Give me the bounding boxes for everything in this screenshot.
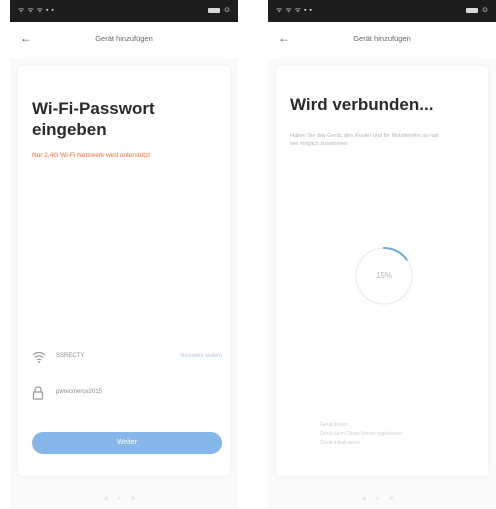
battery-icon (208, 7, 221, 13)
lock-icon (32, 386, 44, 400)
status-bar-right: ⊙ (206, 0, 230, 22)
content-card: Wi-Fi-Passwort eingeben Nur 2,4G Wi-Fi N… (18, 66, 230, 476)
nav-title: Gerät hinzufügen (353, 34, 411, 43)
nav-bar: ← Gerät hinzufügen (10, 22, 238, 58)
switch-network-link[interactable]: Netzwerk ändern (180, 353, 222, 359)
step-item: Gerät finden (320, 422, 348, 428)
page-heading: Wird verbunden... (290, 95, 434, 114)
nav-bar: ← Gerät hinzufügen (268, 22, 496, 58)
wifi-network-row: SSRECTY Netzwerk ändern (32, 350, 222, 364)
status-bar-right-text: ⊙ (224, 7, 230, 14)
battery-icon (466, 7, 479, 13)
step-item: Gerät initialisieren (320, 440, 361, 446)
nav-title: Gerät hinzufügen (95, 34, 153, 43)
password-row: pwrecmerce2015 (32, 386, 222, 400)
status-bar: ᯤ ᯤ ᯤ ▪ ▪ ⊙ (268, 0, 496, 22)
system-nav-icons: ◀●■ (361, 496, 403, 502)
connecting-screen: ᯤ ᯤ ᯤ ▪ ▪ ⊙ ← Gerät hinzufügen Wird verb… (268, 0, 496, 509)
connection-hint: Halten Sie das Gerät, den Router und Ihr… (290, 133, 440, 147)
wifi-password-screen: ᯤ ᯤ ᯤ ▪ ▪ ⊙ ← Gerät hinzufügen Wi-Fi-Pas… (10, 0, 238, 509)
status-bar-right-text: ⊙ (482, 7, 488, 14)
status-bar-signal: ᯤ ᯤ ᯤ ▪ ▪ (276, 7, 313, 14)
warning-text: Nur 2,4G Wi-Fi Netzwerk wird unterstützt (32, 152, 151, 159)
page-heading: Wi-Fi-Passwort eingeben (32, 99, 155, 139)
wifi-ssid: SSRECTY (56, 353, 85, 359)
status-bar: ᯤ ᯤ ᯤ ▪ ▪ ⊙ (10, 0, 238, 22)
connection-steps: Gerät finden Gerät beim Cloud-Server reg… (320, 422, 480, 449)
progress-percentage: 15% (375, 271, 392, 280)
status-bar-signal: ᯤ ᯤ ᯤ ▪ ▪ (18, 7, 55, 14)
step-item: Gerät beim Cloud-Server registrieren (320, 431, 402, 437)
bottom-nav-area: ◀●■ (268, 488, 496, 509)
wifi-icon (32, 351, 46, 363)
bottom-nav-area: ◀●■ (10, 488, 238, 509)
system-nav-icons: ◀●■ (103, 496, 145, 502)
status-bar-right: ⊙ (464, 0, 488, 22)
password-input[interactable]: pwrecmerce2015 (56, 389, 102, 395)
content-card: Wird verbunden... Halten Sie das Gerät, … (276, 66, 488, 476)
next-button[interactable]: Weiter (32, 432, 222, 454)
